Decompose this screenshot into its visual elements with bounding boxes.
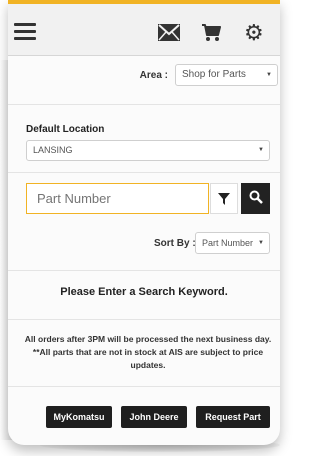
top-navbar: ⚙ [8, 0, 280, 56]
area-select-value: Shop for Parts [182, 69, 246, 80]
default-location-label: Default Location [26, 124, 105, 135]
sort-select[interactable]: Part Number ▼ [195, 232, 270, 254]
cart-icon[interactable] [201, 23, 221, 47]
request-part-button[interactable]: Request Part [196, 406, 270, 428]
area-row: Area : Shop for Parts ▼ [8, 64, 280, 88]
mail-icon[interactable] [158, 24, 180, 46]
sort-by-label: Sort By : [154, 238, 196, 249]
sort-select-value: Part Number [202, 238, 254, 248]
divider [8, 319, 280, 320]
gear-icon[interactable]: ⚙ [244, 20, 264, 46]
location-select-value: LANSING [33, 145, 73, 155]
john-deere-button[interactable]: John Deere [121, 406, 187, 428]
divider [8, 386, 280, 387]
search-prompt-message: Please Enter a Search Keyword. [60, 286, 228, 298]
location-select[interactable]: LANSING ▼ [26, 140, 270, 161]
divider [8, 270, 280, 271]
filter-button[interactable] [210, 183, 238, 214]
area-select[interactable]: Shop for Parts ▼ [175, 64, 278, 86]
search-icon [249, 190, 263, 208]
mykomatsu-button[interactable]: MyKomatsu [46, 406, 112, 428]
part-number-search-input[interactable] [26, 183, 209, 214]
filter-icon [218, 190, 230, 206]
divider [8, 104, 280, 105]
menu-icon[interactable] [14, 23, 36, 41]
app-frame: ⚙ Area : Shop for Parts ▼ Default Locati… [8, 0, 280, 445]
chevron-down-icon: ▼ [258, 147, 264, 153]
area-label: Area : [139, 70, 168, 81]
chevron-down-icon: ▼ [258, 240, 264, 246]
chevron-down-icon: ▼ [266, 72, 272, 78]
search-button[interactable] [241, 183, 270, 214]
order-notice: All orders after 3PM will be processed t… [24, 334, 272, 370]
divider [8, 172, 280, 173]
